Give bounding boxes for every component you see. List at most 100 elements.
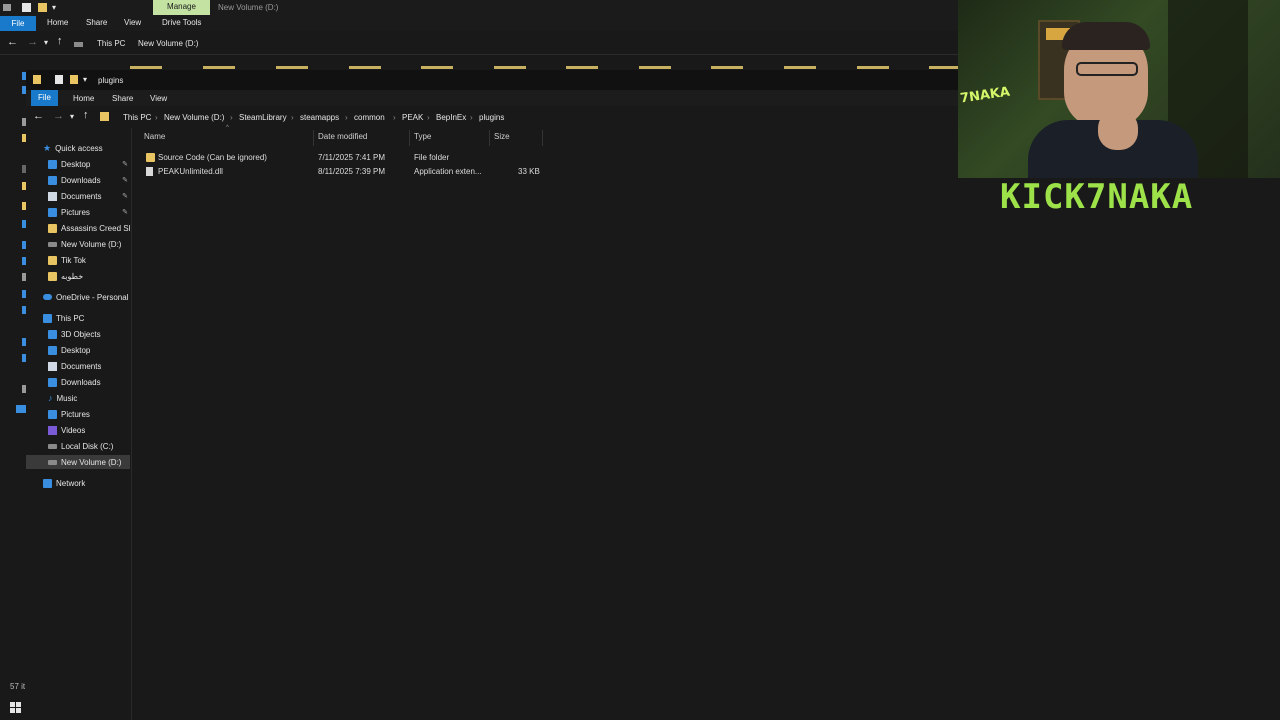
pin-icon[interactable]: ✎ <box>122 208 128 216</box>
nav-item-3d-objects[interactable]: 3D Objects <box>48 327 101 341</box>
file-row[interactable]: PEAKUnlimited.dll 8/11/2025 7:39 PM Appl… <box>144 164 544 178</box>
desktop-icon <box>48 345 57 355</box>
nav-item-pc-downloads[interactable]: Downloads <box>48 375 101 389</box>
drive-icon <box>48 241 57 247</box>
peek-mark <box>929 66 961 69</box>
folder-icon <box>48 255 57 265</box>
back-nav-strip <box>0 55 26 720</box>
peek-mark <box>857 66 889 69</box>
new-folder-icon[interactable] <box>38 3 47 12</box>
forward-arrow-icon[interactable]: → <box>27 36 38 48</box>
nav-item-pc-pictures[interactable]: Pictures <box>48 407 90 421</box>
back-tab-home[interactable]: Home <box>47 18 68 27</box>
breadcrumb-steamlibrary[interactable]: SteamLibrary <box>239 113 287 122</box>
breadcrumb-bepinex[interactable]: BepInEx <box>436 113 466 122</box>
folder-icon <box>48 223 57 233</box>
breadcrumb-peak[interactable]: PEAK <box>402 113 423 122</box>
folder-icon <box>33 75 41 84</box>
manage-tab[interactable]: Manage <box>153 0 210 15</box>
start-button[interactable] <box>0 697 30 720</box>
back-tab-drive-tools[interactable]: Drive Tools <box>162 18 201 27</box>
properties-icon[interactable] <box>55 75 63 84</box>
status-item-count: 57 it <box>10 682 26 691</box>
nav-item-pc-documents[interactable]: Documents <box>48 359 101 373</box>
pin-icon[interactable]: ✎ <box>122 160 128 168</box>
nav-item-local-disk[interactable]: Local Disk (C:) <box>48 439 113 453</box>
file-row[interactable]: Source Code (Can be ignored) 7/11/2025 7… <box>144 150 544 164</box>
properties-icon[interactable] <box>22 3 31 12</box>
nav-item-assassins-creed[interactable]: Assassins Creed Sha <box>48 221 130 235</box>
nav-item-pictures[interactable]: Pictures ✎ <box>48 205 130 219</box>
file-type: Application exten... <box>414 167 482 176</box>
nav-item-music[interactable]: ♪ Music <box>48 391 77 405</box>
front-tab-view[interactable]: View <box>150 94 167 103</box>
column-divider[interactable] <box>409 130 410 146</box>
column-header-date[interactable]: Date modified <box>318 132 367 141</box>
front-file-tab[interactable]: File <box>31 90 58 106</box>
breadcrumb-plugins[interactable]: plugins <box>479 113 504 122</box>
up-arrow-icon[interactable]: ↑ <box>83 109 89 121</box>
back-tab-share[interactable]: Share <box>86 18 107 27</box>
breadcrumb-separator-icon: › <box>427 113 430 122</box>
nav-item-documents[interactable]: Documents ✎ <box>48 189 130 203</box>
breadcrumb-volume[interactable]: New Volume (D:) <box>164 113 224 122</box>
pin-icon[interactable]: ✎ <box>122 176 128 184</box>
peek-mark <box>639 66 671 69</box>
file-icon <box>146 167 153 176</box>
pictures-icon <box>48 409 57 419</box>
nav-this-pc[interactable]: This PC <box>43 311 84 325</box>
back-breadcrumb-volume[interactable]: New Volume (D:) <box>138 39 198 48</box>
breadcrumb-common[interactable]: common <box>354 113 385 122</box>
new-folder-icon[interactable] <box>70 75 78 84</box>
nav-item-arabic-folder[interactable]: خطوبه <box>48 269 83 283</box>
desktop-icon <box>48 159 57 169</box>
nav-onedrive[interactable]: OneDrive - Personal <box>43 290 128 304</box>
column-divider[interactable] <box>313 130 314 146</box>
column-divider[interactable] <box>489 130 490 146</box>
drive-icon <box>74 42 83 47</box>
breadcrumb-separator-icon: › <box>393 113 396 122</box>
drive-icon <box>48 459 57 465</box>
front-tab-home[interactable]: Home <box>73 94 94 103</box>
column-header-name[interactable]: Name <box>144 132 165 141</box>
pin-icon[interactable]: ✎ <box>122 192 128 200</box>
column-header-type[interactable]: Type <box>414 132 431 141</box>
nav-item-new-volume[interactable]: New Volume (D:) <box>48 237 121 251</box>
nav-item-downloads[interactable]: Downloads ✎ <box>48 173 130 187</box>
breadcrumb-steamapps[interactable]: steamapps <box>300 113 339 122</box>
streamer-hair <box>1062 22 1150 50</box>
breadcrumb-this-pc[interactable]: This PC <box>123 113 151 122</box>
peek-mark <box>711 66 743 69</box>
webcam-overlay: 7NAKA <box>958 0 1280 178</box>
nav-item-tik-tok[interactable]: Tik Tok <box>48 253 86 267</box>
qat-dropdown-icon[interactable]: ▾ <box>83 75 87 84</box>
folder-icon <box>146 153 155 162</box>
nav-network[interactable]: Network <box>43 476 85 490</box>
nav-item-videos[interactable]: Videos <box>48 423 85 437</box>
drive-icon <box>48 443 57 449</box>
up-arrow-icon[interactable]: ↑ <box>57 35 63 47</box>
file-date: 7/11/2025 7:41 PM <box>318 153 386 162</box>
breadcrumb-separator-icon: › <box>155 113 158 122</box>
file-type: File folder <box>414 153 450 162</box>
nav-quick-access[interactable]: ★ Quick access <box>43 141 103 155</box>
recent-dropdown-icon[interactable]: ▾ <box>70 112 74 121</box>
breadcrumb-separator-icon: › <box>345 113 348 122</box>
nav-item-pc-desktop[interactable]: Desktop <box>48 343 90 357</box>
back-breadcrumb-this-pc[interactable]: This PC <box>97 39 125 48</box>
column-divider[interactable] <box>542 130 543 146</box>
forward-arrow-icon[interactable]: → <box>53 110 64 122</box>
star-icon: ★ <box>43 142 52 153</box>
nav-item-pc-new-volume[interactable]: New Volume (D:) <box>26 455 130 469</box>
documents-icon <box>48 191 57 201</box>
nav-item-desktop[interactable]: Desktop ✎ <box>48 157 130 171</box>
back-arrow-icon[interactable]: ← <box>7 36 18 48</box>
front-tab-share[interactable]: Share <box>112 94 133 103</box>
file-date: 8/11/2025 7:39 PM <box>318 167 386 176</box>
recent-dropdown-icon[interactable]: ▾ <box>44 38 48 47</box>
column-header-size[interactable]: Size <box>494 132 510 141</box>
qat-dropdown-icon[interactable]: ▾ <box>52 3 56 12</box>
back-arrow-icon[interactable]: ← <box>33 110 44 122</box>
back-tab-view[interactable]: View <box>124 18 141 27</box>
back-file-tab[interactable]: File <box>0 16 36 31</box>
